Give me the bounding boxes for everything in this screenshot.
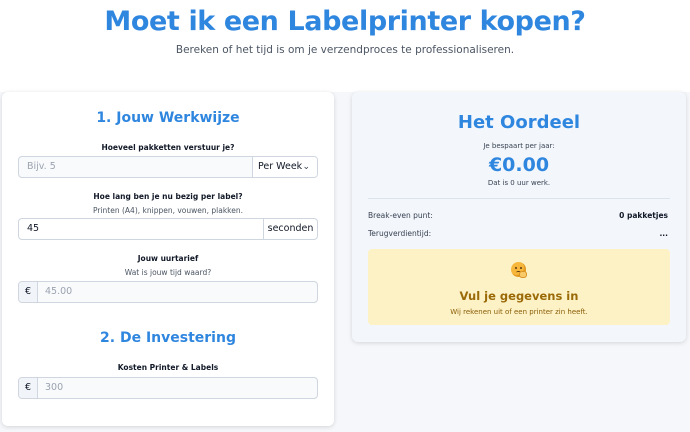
euro-sign: € bbox=[24, 286, 32, 297]
payback-value: ... bbox=[659, 229, 668, 238]
notice-box: Vul je gegevens in Wij rekenen uit of ee… bbox=[368, 249, 670, 325]
packages-field: Bijv. 5 Per Week ⌄ bbox=[18, 156, 318, 178]
time-unit: seconden bbox=[264, 219, 317, 239]
time-field: 45 seconden bbox=[18, 218, 318, 240]
packages-label: Hoeveel pakketten verstuur je? bbox=[101, 143, 235, 152]
section-title-investment: 2. De Investering bbox=[100, 330, 236, 346]
currency-prefix: € bbox=[19, 282, 37, 302]
rate-field: € 45.00 bbox=[18, 281, 318, 303]
cost-input[interactable]: 300 bbox=[45, 378, 63, 398]
currency-prefix: € bbox=[19, 378, 37, 398]
field-divider bbox=[37, 378, 38, 398]
time-label: Hoe lang ben je nu bezig per label? bbox=[93, 192, 243, 201]
page-subtitle: Bereken of het tijd is om je verzendproc… bbox=[175, 44, 515, 56]
savings-label: Je bespaart per jaar: bbox=[483, 142, 555, 150]
euro-sign: € bbox=[24, 382, 32, 393]
chevron-down-icon: ⌄ bbox=[302, 162, 310, 172]
cost-field: € 300 bbox=[18, 377, 318, 399]
divider bbox=[368, 198, 670, 199]
verdict-card: Het Oordeel Je bespaart per jaar: €0.00 … bbox=[352, 92, 686, 342]
verdict-title: Het Oordeel bbox=[457, 112, 581, 133]
hours-note: Dat is 0 uur werk. bbox=[487, 179, 551, 187]
cost-label: Kosten Printer & Labels bbox=[117, 363, 219, 372]
savings-amount: €0.00 bbox=[488, 154, 550, 176]
rate-help: Wat is jouw tijd waard? bbox=[124, 268, 212, 277]
rate-label: Jouw uurtarief bbox=[137, 254, 199, 263]
section-title-workflow: 1. Jouw Werkwijze bbox=[96, 110, 240, 126]
rate-input[interactable]: 45.00 bbox=[45, 282, 72, 302]
packages-input[interactable]: Bijv. 5 bbox=[27, 157, 56, 177]
thinking-face-icon bbox=[511, 262, 527, 278]
time-input[interactable]: 45 bbox=[27, 219, 39, 239]
period-select-value: Per Week bbox=[258, 161, 303, 172]
page-header: Moet ik een Labelprinter kopen? Bereken … bbox=[0, 0, 690, 92]
notice-text: Wij rekenen uit of een printer zin heeft… bbox=[450, 308, 588, 316]
page-title: Moet ik een Labelprinter kopen? bbox=[104, 6, 586, 37]
break-even-label: Break-even punt: bbox=[368, 211, 433, 220]
period-select[interactable]: Per Week ⌄ bbox=[253, 157, 317, 177]
payback-label: Terugverdientijd: bbox=[368, 229, 432, 238]
field-divider bbox=[37, 282, 38, 302]
input-card: 1. Jouw Werkwijze Hoeveel pakketten vers… bbox=[2, 92, 334, 426]
time-help: Printen (A4), knippen, vouwen, plakken. bbox=[92, 206, 244, 215]
break-even-value: 0 pakketjes bbox=[619, 211, 668, 220]
notice-title: Vul je gegevens in bbox=[459, 289, 579, 303]
time-unit-label: seconden bbox=[267, 223, 314, 234]
